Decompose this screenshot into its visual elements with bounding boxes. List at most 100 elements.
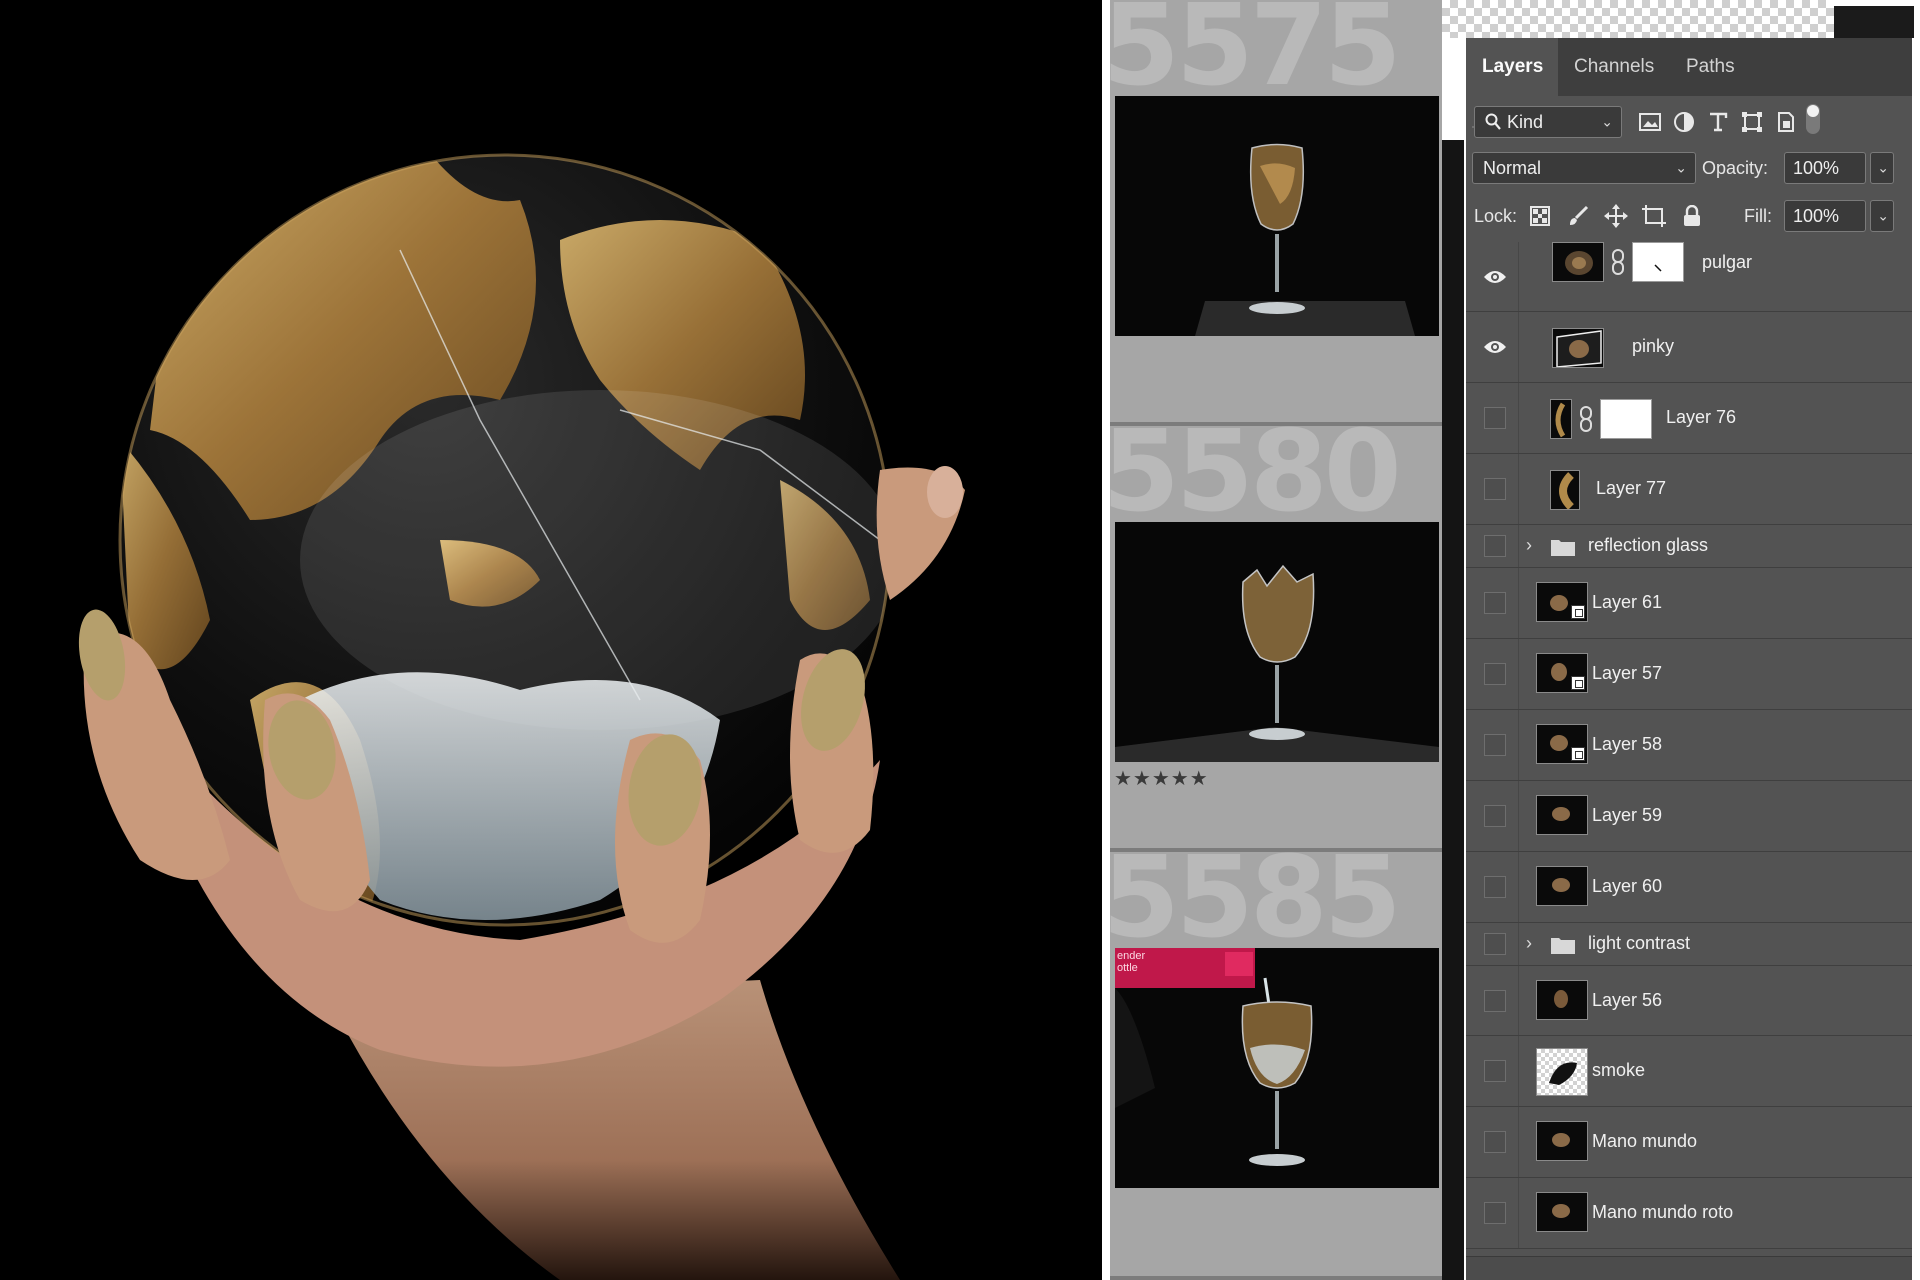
layer-group-light-contrast[interactable]: › light contrast (1466, 923, 1912, 966)
filmstrip-frame-1[interactable]: 5575 (1110, 0, 1442, 426)
layer-row-layer-77[interactable]: Layer 77 (1466, 454, 1912, 525)
layer-row-layer-76[interactable]: Layer 76 (1466, 383, 1912, 454)
filter-type-layers-icon[interactable] (1704, 108, 1732, 136)
filmstrip: 5575 5580 ★★★★★ 5585 ender ottle (1110, 0, 1442, 1280)
frame-rating[interactable]: ★★★★★ (1114, 766, 1209, 790)
layer-mask-thumbnail[interactable] (1600, 399, 1652, 439)
blend-mode-dropdown[interactable]: Normal ⌄ (1472, 152, 1696, 184)
fill-slider-toggle[interactable]: ⌄ (1870, 200, 1894, 232)
layer-row-layer-57[interactable]: Layer 57 (1466, 639, 1912, 710)
layer-mask-thumbnail[interactable] (1632, 242, 1684, 282)
filter-kind-dropdown[interactable]: Kind ⌄ (1474, 106, 1622, 138)
tab-channels[interactable]: Channels (1558, 38, 1670, 96)
layer-name[interactable]: Layer 57 (1592, 663, 1662, 684)
fill-input[interactable]: 100% (1784, 200, 1866, 232)
chevron-down-icon: ⌄ (1675, 159, 1687, 176)
layer-name[interactable]: Layer 58 (1592, 734, 1662, 755)
visibility-eye-icon[interactable] (1482, 264, 1508, 290)
chevron-right-icon[interactable]: › (1526, 535, 1532, 556)
panel-bottom-bar (1466, 1256, 1912, 1280)
visibility-toggle-off[interactable] (1484, 1202, 1506, 1224)
frame-thumbnail[interactable]: ender ottle (1115, 948, 1439, 1188)
filter-shape-layers-icon[interactable] (1738, 108, 1766, 136)
filter-smart-objects-icon[interactable] (1772, 108, 1800, 136)
layer-row-pinky[interactable]: pinky (1466, 312, 1912, 383)
layers-panel: Layers Channels Paths Kind ⌄ Normal ⌄ Op… (1466, 38, 1912, 1280)
opacity-slider-toggle[interactable]: ⌄ (1870, 152, 1894, 184)
layer-thumbnail (1550, 470, 1580, 510)
lock-all-icon[interactable] (1678, 202, 1706, 230)
lock-position-move-icon[interactable] (1602, 202, 1630, 230)
layer-thumbnail (1536, 980, 1588, 1020)
layer-name[interactable]: Mano mundo (1592, 1131, 1697, 1152)
smart-object-icon (1571, 605, 1585, 619)
visibility-toggle-off[interactable] (1484, 535, 1506, 557)
layer-name[interactable]: smoke (1592, 1060, 1645, 1081)
visibility-toggle-off[interactable] (1484, 990, 1506, 1012)
lock-image-pixels-brush-icon[interactable] (1564, 202, 1592, 230)
layer-row-layer-58[interactable]: Layer 58 (1466, 710, 1912, 781)
filter-toggle-switch[interactable] (1806, 104, 1820, 134)
chevron-right-icon[interactable]: › (1526, 933, 1532, 954)
visibility-toggle-off[interactable] (1484, 663, 1506, 685)
filmstrip-frame-2[interactable]: 5580 ★★★★★ (1110, 426, 1442, 852)
panel-tab-bar: Layers Channels Paths (1466, 38, 1912, 96)
canvas-dark-strip (1442, 140, 1464, 1280)
layer-thumbnail (1536, 1192, 1588, 1232)
visibility-toggle-off[interactable] (1484, 1131, 1506, 1153)
layer-name[interactable]: Layer 60 (1592, 876, 1662, 897)
chevron-down-icon: ⌄ (1877, 159, 1889, 176)
visibility-toggle-off[interactable] (1484, 876, 1506, 898)
layer-name[interactable]: reflection glass (1588, 535, 1708, 556)
filter-pixel-layers-icon[interactable] (1636, 108, 1664, 136)
layer-row-pulgar[interactable]: pulgar (1466, 242, 1912, 312)
layer-row-mano-mundo[interactable]: Mano mundo (1466, 1107, 1912, 1178)
frame-number: 5580 (1110, 426, 1402, 537)
lock-artboard-icon[interactable] (1640, 202, 1668, 230)
layer-thumbnail (1536, 1121, 1588, 1161)
lock-transparent-pixels-icon[interactable] (1526, 202, 1554, 230)
layer-name[interactable]: Layer 76 (1666, 407, 1736, 428)
blend-mode-value: Normal (1483, 158, 1542, 178)
layer-thumbnail (1552, 328, 1604, 368)
layer-thumbnail (1536, 866, 1588, 906)
composite-artwork (0, 0, 1102, 1280)
layer-row-mano-mundo-roto[interactable]: Mano mundo roto (1466, 1178, 1912, 1249)
visibility-toggle-off[interactable] (1484, 407, 1506, 429)
layer-thumbnail (1552, 242, 1604, 282)
layer-row-layer-56[interactable]: Layer 56 (1466, 966, 1912, 1036)
search-icon (1485, 113, 1501, 136)
filter-adjustment-layers-icon[interactable] (1670, 108, 1698, 136)
layer-name[interactable]: light contrast (1588, 933, 1690, 954)
layer-name[interactable]: Layer 59 (1592, 805, 1662, 826)
layer-row-layer-59[interactable]: Layer 59 (1466, 781, 1912, 852)
visibility-toggle-off[interactable] (1484, 734, 1506, 756)
filmstrip-frame-3[interactable]: 5585 ender ottle (1110, 852, 1442, 1280)
layer-name[interactable]: Layer 77 (1596, 478, 1666, 499)
visibility-toggle-off[interactable] (1484, 1060, 1506, 1082)
layer-row-smoke[interactable]: smoke (1466, 1036, 1912, 1107)
layer-name[interactable]: Mano mundo roto (1592, 1202, 1733, 1223)
layer-name[interactable]: pinky (1632, 336, 1674, 357)
tab-paths[interactable]: Paths (1670, 38, 1756, 96)
layer-name[interactable]: Layer 56 (1592, 990, 1662, 1011)
layer-group-reflection-glass[interactable]: › reflection glass (1466, 525, 1912, 568)
visibility-eye-icon[interactable] (1482, 334, 1508, 360)
mask-link-icon[interactable] (1578, 405, 1594, 433)
visibility-toggle-off[interactable] (1484, 478, 1506, 500)
layer-name[interactable]: pulgar (1702, 252, 1752, 273)
layer-row-layer-61[interactable]: Layer 61 (1466, 568, 1912, 639)
frame-thumbnail[interactable] (1115, 96, 1439, 336)
frame-thumbnail[interactable] (1115, 522, 1439, 762)
visibility-toggle-off[interactable] (1484, 805, 1506, 827)
visibility-toggle-off[interactable] (1484, 933, 1506, 955)
opacity-label: Opacity: (1702, 158, 1769, 178)
visibility-toggle-off[interactable] (1484, 592, 1506, 614)
opacity-input[interactable]: 100% (1784, 152, 1866, 184)
wine-glass-thumbnail (1195, 143, 1415, 336)
mask-link-icon[interactable] (1610, 248, 1626, 276)
frame-number: 5585 (1110, 852, 1402, 963)
layer-name[interactable]: Layer 61 (1592, 592, 1662, 613)
layer-row-layer-60[interactable]: Layer 60 (1466, 852, 1912, 923)
tab-layers[interactable]: Layers (1466, 38, 1558, 96)
